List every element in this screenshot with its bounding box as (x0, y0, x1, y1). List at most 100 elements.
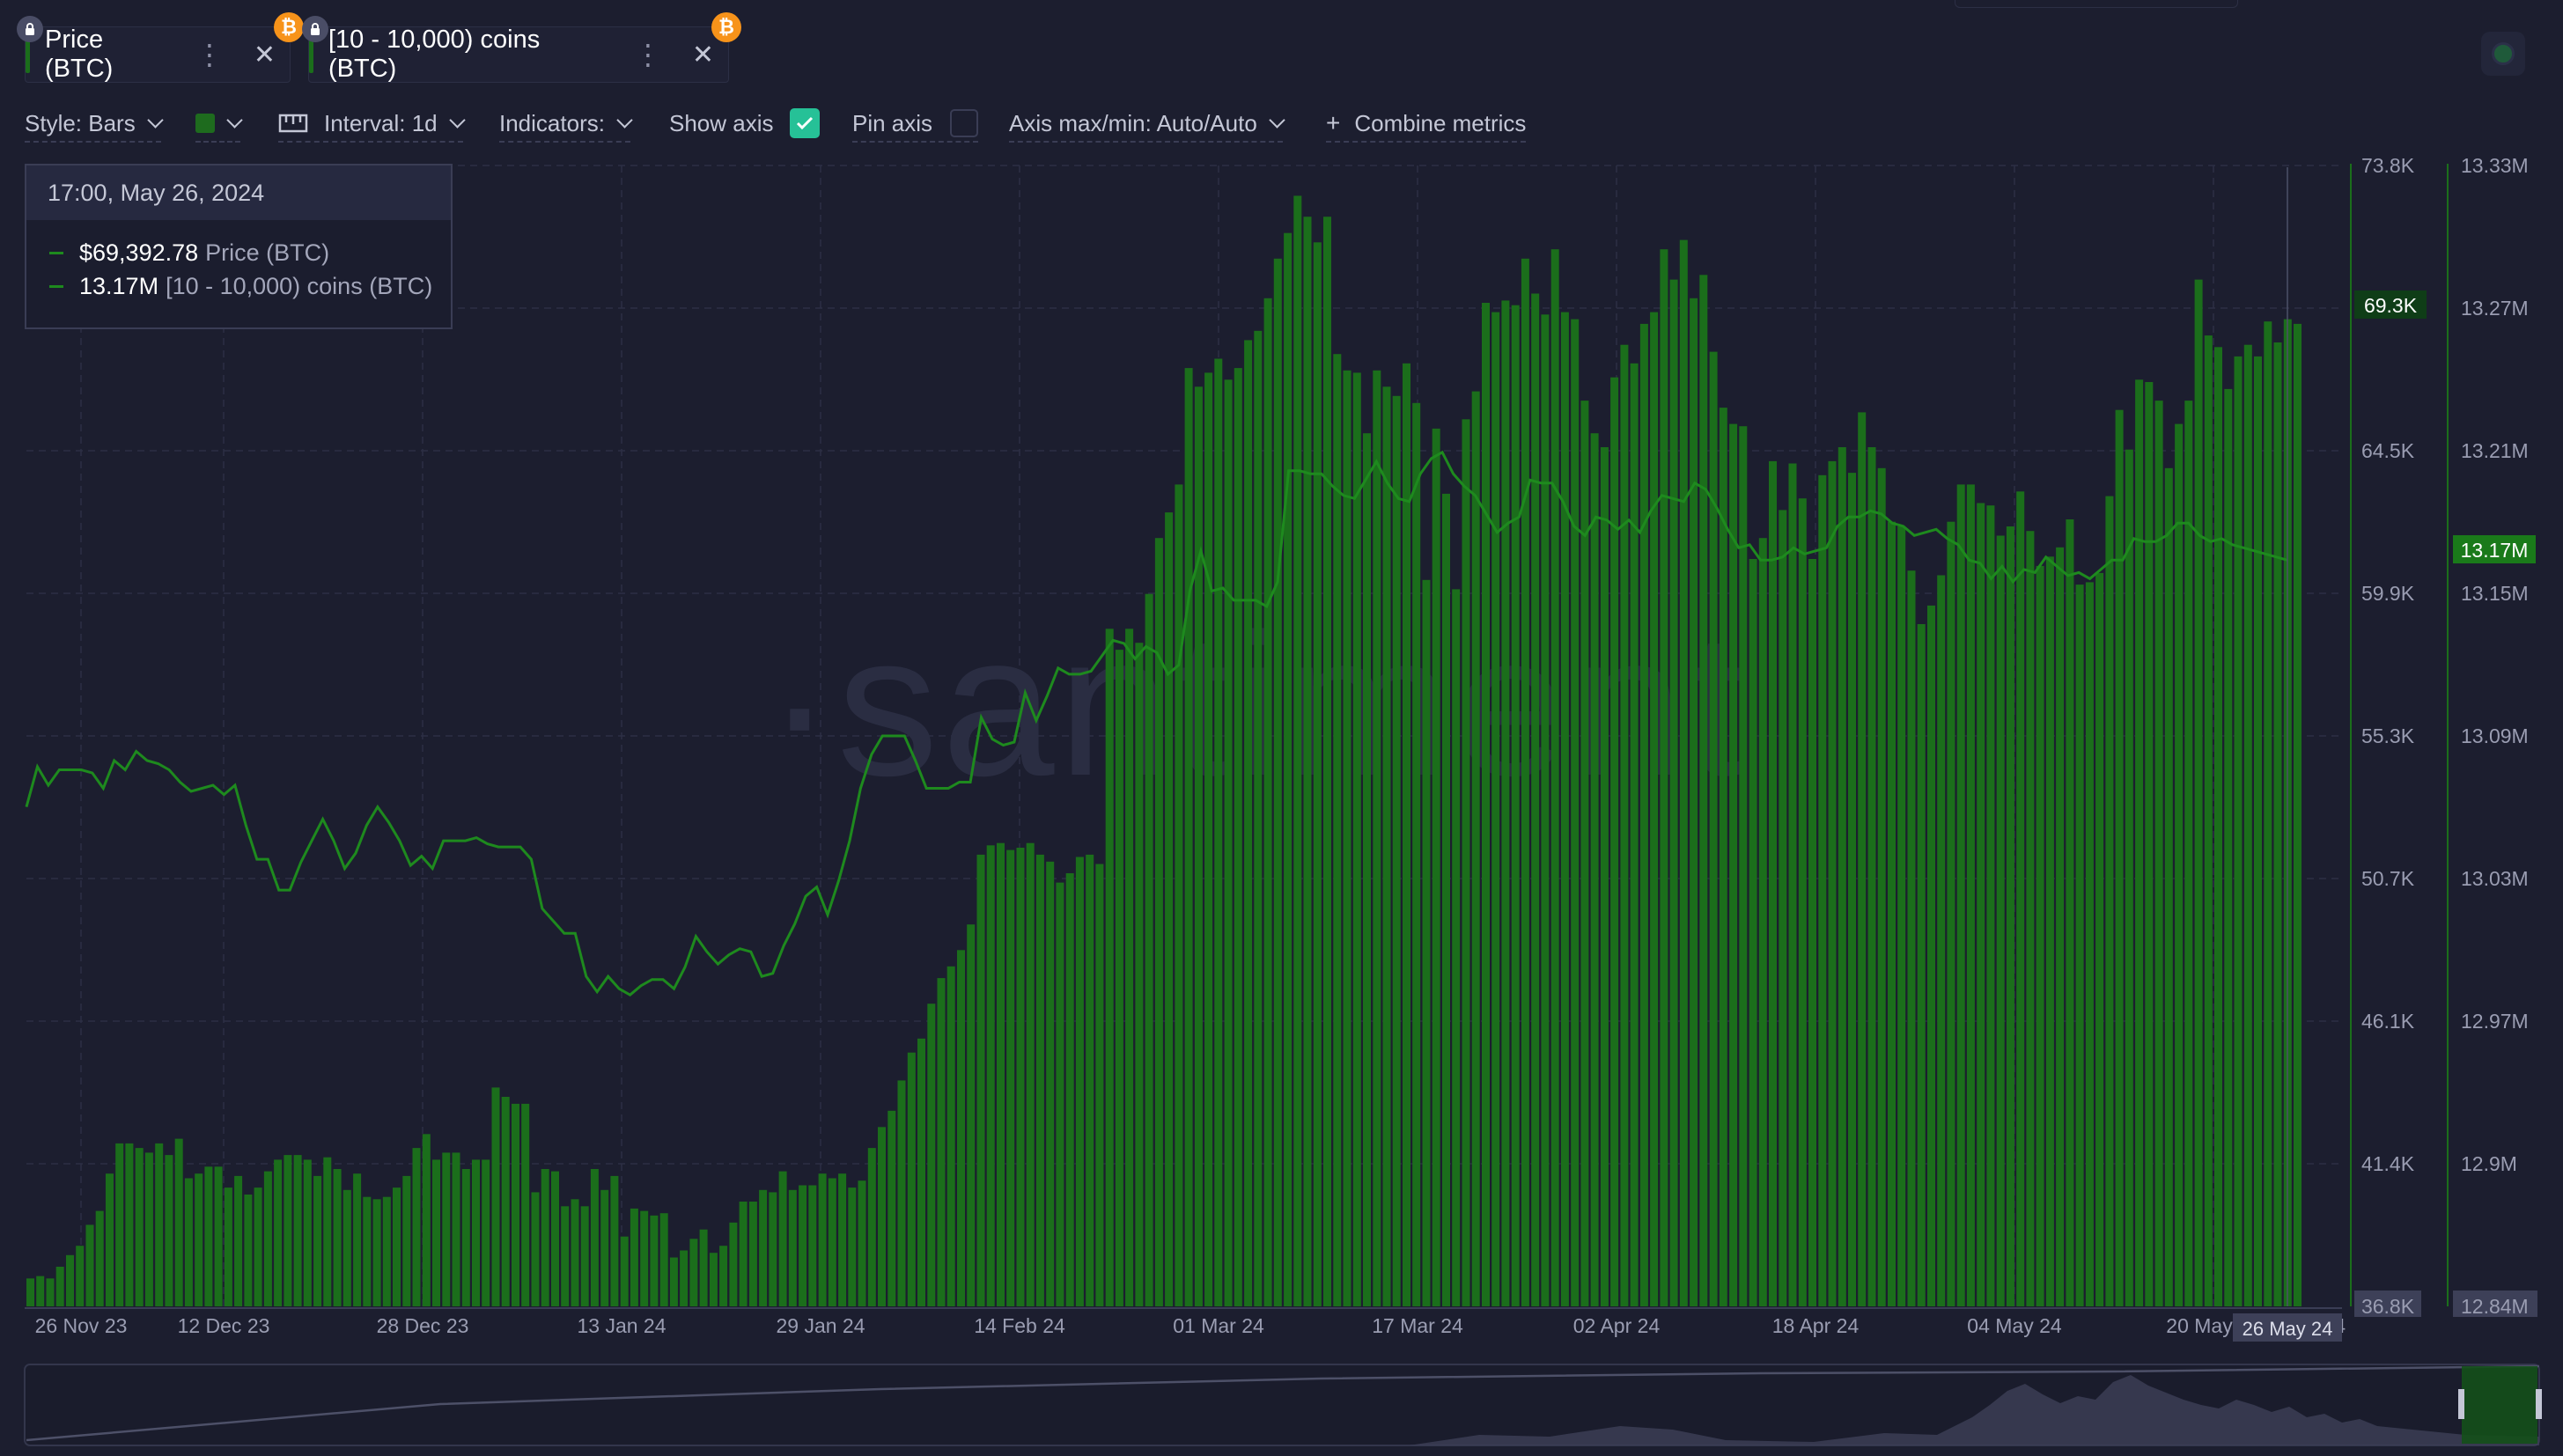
coins-bar (2194, 279, 2203, 1307)
coins-bar (1254, 330, 1263, 1306)
coins-bar (115, 1143, 124, 1306)
coins-current-label: 13.17M (2461, 539, 2529, 562)
coins-bar (1194, 386, 1203, 1306)
coins-bar (630, 1208, 638, 1306)
navigator-handle-left[interactable] (2458, 1389, 2464, 1419)
current-date-label: 26 May 24 (2243, 1318, 2333, 1340)
coins-bar (1263, 298, 1272, 1306)
coins-bar (1471, 391, 1480, 1307)
coins-bar (1620, 344, 1629, 1307)
coins-bar (432, 1159, 440, 1306)
coins-bar (1373, 370, 1381, 1306)
price-axis-ticks: 73.8K 69.3K 64.5K 59.9K 55.3K 50.7K 46.1K 41.4K… (2354, 154, 2421, 1318)
coins-bar (491, 1087, 500, 1306)
series-color-dash (49, 252, 63, 254)
coins-bar (1690, 298, 1698, 1306)
coins-bar (2224, 388, 2233, 1306)
coins-bar (561, 1206, 570, 1306)
coins-bar (26, 1278, 34, 1306)
coins-bar (2016, 491, 2025, 1306)
coins-bar (1977, 503, 1985, 1306)
coins-bar (1501, 300, 1510, 1306)
coins-bar (135, 1148, 144, 1306)
coins-bar (1996, 535, 2005, 1306)
coins-bar (1214, 358, 1223, 1306)
coins-bar (748, 1202, 757, 1306)
coins-bar (571, 1199, 579, 1306)
coins-bar (818, 1173, 827, 1306)
tooltip-coins-value: 13.17M (79, 273, 159, 299)
coins-bar (680, 1250, 689, 1306)
coins-bar (1403, 363, 1410, 1306)
coins-bar (1769, 460, 1777, 1306)
coins-bar (2026, 531, 2035, 1306)
coins-bar (1571, 319, 1580, 1307)
coins-bar (2066, 519, 2074, 1306)
x-axis-tick-label: 12 Dec 23 (178, 1314, 270, 1337)
coins-bar (739, 1202, 748, 1306)
coins-bar (1313, 242, 1322, 1306)
coins-bar (1650, 312, 1659, 1307)
coins-bar (1877, 467, 1886, 1306)
coins-bar (2105, 496, 2114, 1306)
coins-bar (1462, 419, 1470, 1306)
coins-bar (1798, 498, 1807, 1306)
coins-bar (976, 854, 985, 1306)
chart-tooltip: 17:00, May 26, 2024 $69,392.78 Price (BT… (25, 164, 453, 329)
coins-bar (1888, 521, 1896, 1306)
coins-bar (778, 1171, 787, 1306)
coins-bar (1986, 505, 1995, 1306)
coins-bar (1086, 854, 1094, 1306)
coins-axis-tick-label: 13.21M (2461, 439, 2529, 462)
coins-bar (1858, 412, 1867, 1306)
coins-bar (1639, 323, 1648, 1306)
coins-bar (1303, 217, 1312, 1307)
coins-bar (1966, 484, 1975, 1306)
coins-bar (1352, 372, 1361, 1306)
coins-bar (254, 1188, 262, 1306)
coins-bar (689, 1239, 698, 1306)
navigator-selection[interactable] (2462, 1366, 2537, 1444)
coins-bar (521, 1103, 530, 1306)
coins-bar (1105, 629, 1114, 1306)
coins-bar (2184, 401, 2193, 1307)
coins-bar (1719, 408, 1727, 1307)
price-axis-tick-label: 36.8K (2361, 1295, 2415, 1318)
x-axis-tick-label: 13 Jan 24 (577, 1314, 666, 1337)
coins-bar (313, 1175, 322, 1306)
coins-bar (1115, 650, 1123, 1306)
coins-bar (1392, 395, 1401, 1306)
coins-bar (2164, 467, 2173, 1306)
coins-bar (1442, 493, 1450, 1306)
coins-bar (967, 924, 976, 1306)
coins-bar (1848, 473, 1856, 1306)
coins-bar (1937, 575, 1946, 1306)
price-current-label: 69.3K (2364, 294, 2418, 317)
coins-bar (303, 1159, 312, 1306)
coins-axis-tick-label: 13.03M (2461, 867, 2529, 890)
coins-bar (1521, 258, 1529, 1306)
coins-bar (957, 950, 965, 1306)
coins-bar (46, 1278, 55, 1306)
coins-bar (887, 1110, 896, 1306)
navigator-handle-right[interactable] (2536, 1389, 2542, 1419)
coins-bar (1828, 460, 1837, 1306)
coins-bar (1482, 303, 1490, 1306)
coins-bar (709, 1253, 718, 1306)
coins-bar (986, 845, 995, 1306)
coins-bar (1709, 351, 1718, 1307)
x-axis-ticks: 26 Nov 23 12 Dec 23 28 Dec 23 13 Jan 24 29 J… (35, 1314, 2346, 1337)
coins-bar (1867, 447, 1876, 1306)
coins-bar (858, 1180, 866, 1306)
coins-bar (838, 1173, 847, 1306)
coins-bar (1204, 372, 1213, 1306)
coins-bar (600, 1189, 609, 1306)
coins-bar (1006, 849, 1015, 1306)
tooltip-price-name: Price (BTC) (205, 239, 330, 266)
coins-bar (165, 1155, 173, 1306)
coins-bar (76, 1246, 85, 1306)
coins-bar (393, 1188, 401, 1306)
coins-bar (1630, 363, 1639, 1306)
coins-bar (1016, 848, 1025, 1306)
coins-bar (1363, 433, 1371, 1306)
